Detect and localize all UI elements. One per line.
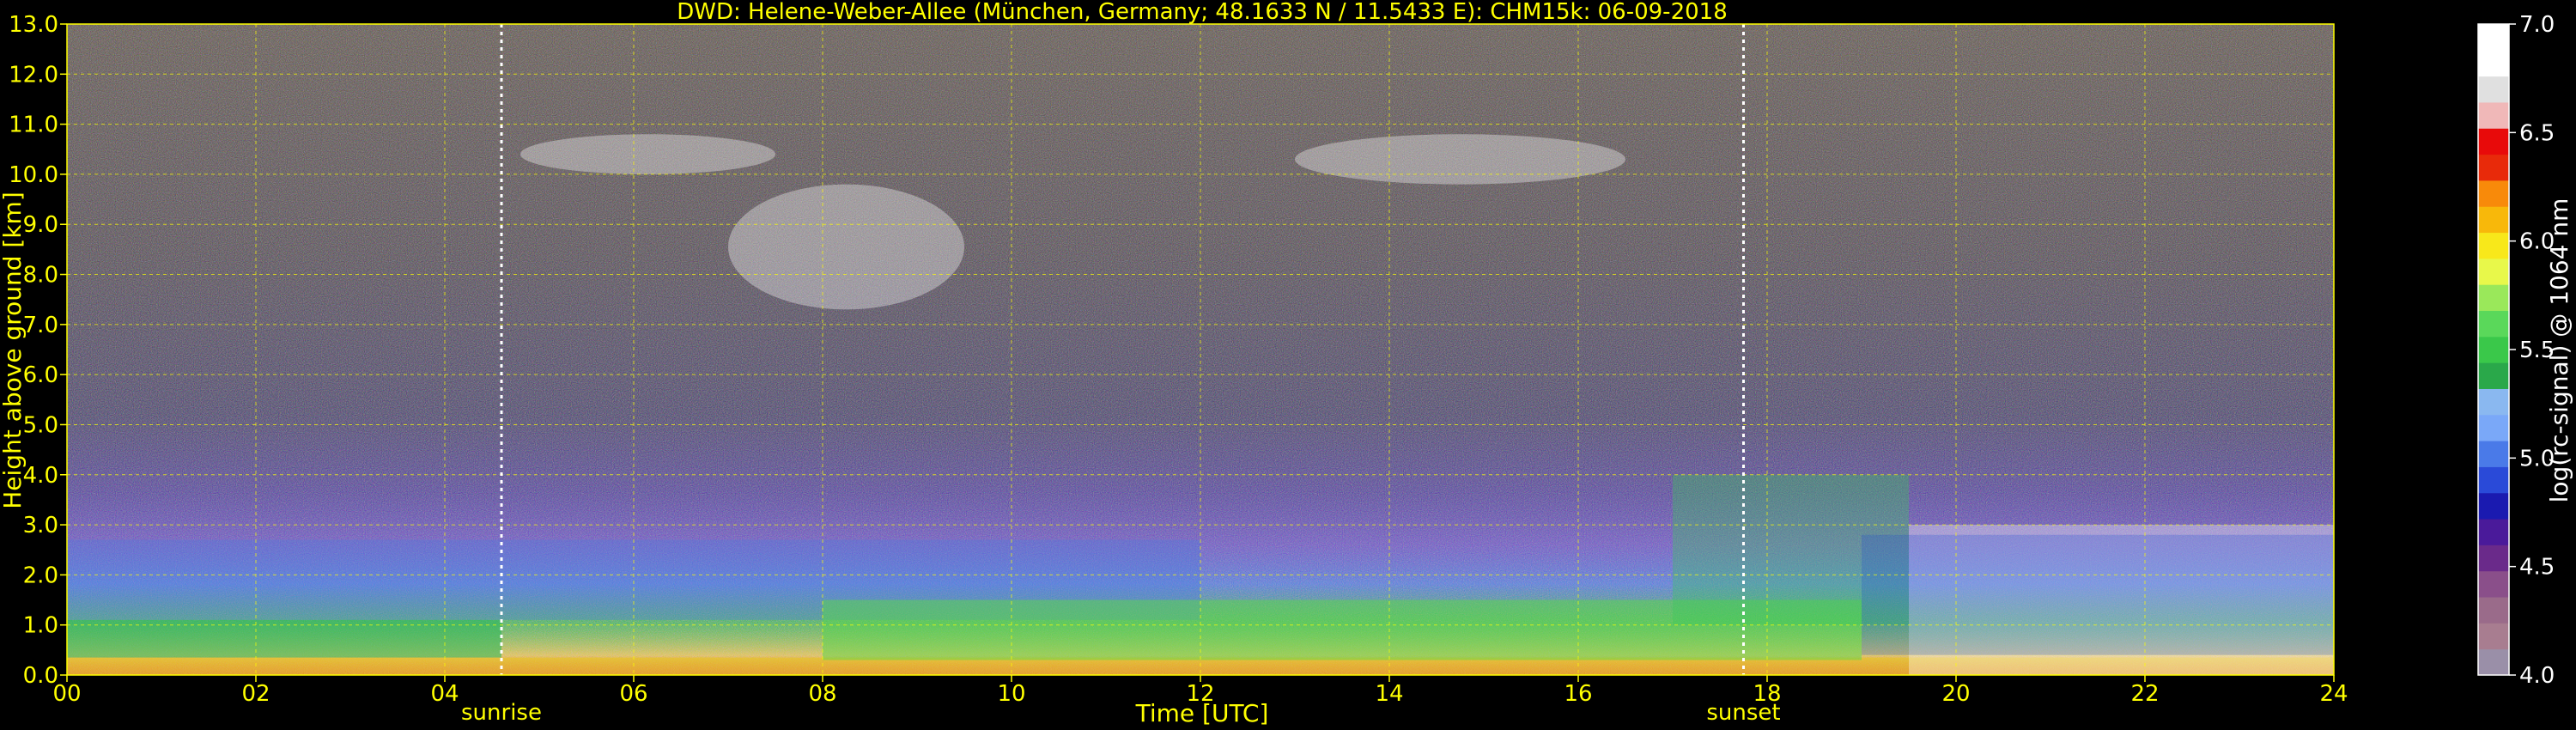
x-tick-label: 16 xyxy=(1564,681,1592,707)
x-tick-label: 20 xyxy=(1941,681,1970,707)
colorbar-tick-label: 4.0 xyxy=(2519,663,2555,689)
colorbar-tick-label: 7.0 xyxy=(2519,12,2555,38)
colorbar-segment xyxy=(2478,597,2509,624)
y-tick-label: 2.0 xyxy=(23,563,58,588)
chart-svg: sunrise sunset 00 02 04 06 08 10 12 14 16 18 20 22 24… xyxy=(0,0,2573,727)
cloud-feature xyxy=(520,134,775,174)
colorbar: 4.04.55.05.56.06.57.0 xyxy=(2477,12,2555,689)
colorbar-segment xyxy=(2478,154,2509,181)
colorbar-segment xyxy=(2478,362,2509,389)
colorbar-segment xyxy=(2478,648,2509,676)
colorbar-segment xyxy=(2478,76,2509,103)
colorbar-tick-label: 6.5 xyxy=(2519,120,2555,146)
signal-band xyxy=(67,619,501,658)
colorbar-segment xyxy=(2478,441,2509,467)
colorbar-segment xyxy=(2478,310,2509,338)
x-tick-label: 24 xyxy=(2319,681,2348,707)
plot-area: sunrise sunset xyxy=(66,23,2335,726)
colorbar-segment xyxy=(2478,519,2509,545)
chart-title: DWD: Helene-Weber-Allee (München, German… xyxy=(677,0,1728,25)
x-tick-label: 22 xyxy=(2130,681,2159,707)
colorbar-segment xyxy=(2478,206,2509,234)
cloud-feature xyxy=(728,184,964,310)
colorbar-segment xyxy=(2478,492,2509,520)
colorbar-segment xyxy=(2478,284,2509,312)
y-tick-label: 8.0 xyxy=(23,263,58,289)
colorbar-segment xyxy=(2478,414,2509,441)
colorbar-segment xyxy=(2478,336,2509,363)
colorbar-segment xyxy=(2478,258,2509,285)
colorbar-tick-label: 4.5 xyxy=(2519,555,2555,581)
y-tick-label: 0.0 xyxy=(23,663,58,689)
colorbar-label: log(rc-signal) @ 1064 nm xyxy=(2545,198,2573,503)
y-tick-label: 5.0 xyxy=(23,412,58,438)
y-tick-label: 1.0 xyxy=(23,613,58,639)
colorbar-segment xyxy=(2478,50,2509,77)
colorbar-segment xyxy=(2478,388,2509,416)
colorbar-segment xyxy=(2478,128,2509,155)
y-tick-label: 12.0 xyxy=(9,62,58,88)
y-tick-label: 7.0 xyxy=(23,313,58,338)
x-tick-label: 18 xyxy=(1753,681,1781,707)
signal-band xyxy=(1862,534,2334,655)
cloud-feature xyxy=(1295,134,1625,185)
colorbar-segment xyxy=(2478,179,2509,207)
colorbar-segment xyxy=(2478,623,2509,650)
x-tick-label: 04 xyxy=(430,681,459,707)
y-tick-label: 13.0 xyxy=(9,12,58,38)
y-axis-label: Height above ground [km] xyxy=(0,192,27,509)
x-axis-label: Time [UTC] xyxy=(1135,699,1269,727)
colorbar-segment xyxy=(2478,24,2509,51)
colorbar-segment xyxy=(2478,232,2509,259)
x-tick-label: 10 xyxy=(997,681,1025,707)
y-tick-label: 3.0 xyxy=(23,513,58,538)
y-tick-label: 6.0 xyxy=(23,362,58,388)
lidar-chart: sunrise sunset 00 02 04 06 08 10 12 14 16 18 20 22 24… xyxy=(0,0,2576,730)
y-tick-label: 9.0 xyxy=(23,212,58,238)
x-tick-label: 02 xyxy=(241,681,270,707)
colorbar-segment xyxy=(2478,101,2509,129)
y-tick-label: 11.0 xyxy=(9,113,58,138)
x-tick-label: 08 xyxy=(808,681,836,707)
colorbar-segment xyxy=(2478,570,2509,598)
y-tick-label: 4.0 xyxy=(23,463,58,489)
colorbar-segment xyxy=(2478,466,2509,494)
colorbar-segment xyxy=(2478,544,2509,572)
sun-event-label: sunrise xyxy=(461,700,542,726)
y-tick-label: 10.0 xyxy=(9,162,58,188)
x-tick-label: 06 xyxy=(619,681,647,707)
x-tick-label: 14 xyxy=(1375,681,1403,707)
